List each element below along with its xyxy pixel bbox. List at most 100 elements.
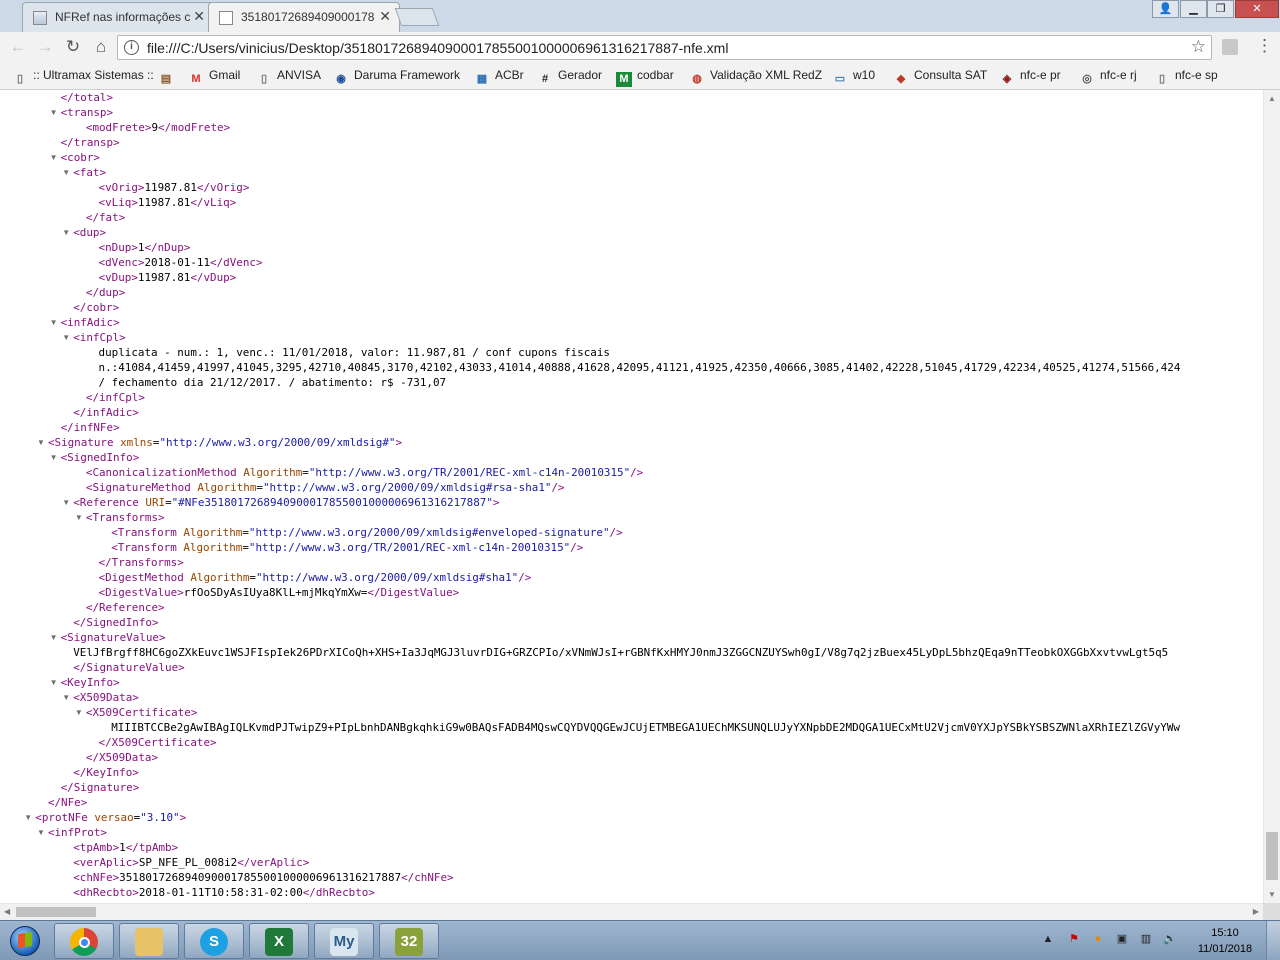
gmail-icon: M [191,73,201,85]
collapse-arrow-icon[interactable]: ▼ [50,318,58,327]
bookmark-item[interactable]: ◉ Daruma Framework [333,68,460,86]
xml-line: <nDup>1</nDup> [98,241,191,254]
extension-icon[interactable] [1222,39,1238,55]
xml-line: / fechamento dia 21/12/2017. / abatiment… [98,376,447,389]
back-arrow-icon[interactable]: ← [6,36,30,58]
avast-icon[interactable]: ● [1090,931,1106,947]
address-bar[interactable]: i file:///C:/Users/vinicius/Desktop/3518… [117,35,1212,60]
horizontal-scrollbar[interactable]: ◀ ▶ [0,903,1263,920]
xml-line: </SignedInfo> [73,616,159,629]
taskbar-app-skype[interactable]: S [184,923,244,959]
usb-device-icon[interactable]: ▣ [1114,931,1130,947]
xml-line: VElJfBrgff8HC6goZXkEuvc1WSJFIspIek26PDrX… [73,646,1169,659]
restore-button[interactable]: ❐ [1207,0,1234,18]
page-favicon-icon [33,11,47,25]
xml-line: <SignedInfo> [60,451,140,464]
network-icon[interactable]: ▥ [1138,931,1154,947]
collapse-arrow-icon[interactable]: ▼ [37,828,45,837]
taskbar-app-compiler[interactable]: 32 [379,923,439,959]
bookmark-label: ACBr [495,68,524,82]
scroll-down-arrow-icon[interactable]: ▼ [1268,890,1276,899]
xml-line: <Transform Algorithm="http://www.w3.org/… [111,526,623,539]
bookmark-item[interactable]: ◎ nfc-e rj [1079,68,1137,86]
new-tab-button[interactable] [394,8,440,26]
system-clock[interactable]: 15:10 11/01/2018 [1188,925,1262,957]
xml-line: <dup> [73,226,107,239]
xml-line: <transp> [60,106,114,119]
scroll-right-arrow-icon[interactable]: ▶ [1253,907,1259,916]
tab-nfref[interactable]: NFRef nas informações c ✕ [22,2,214,32]
tab-title: NFRef nas informações c [55,10,190,24]
xml-line: <CanonicalizationMethod Algorithm="http:… [85,466,644,479]
close-tab-icon[interactable]: ✕ [193,8,205,25]
xml-line: </Signature> [60,781,140,794]
collapse-arrow-icon[interactable]: ▼ [50,678,58,687]
vertical-scrollbar[interactable]: ▲ ▼ [1263,90,1280,903]
pr-seal-icon: ◈ [1002,73,1012,85]
collapse-arrow-icon[interactable]: ▼ [50,453,58,462]
collapse-arrow-icon[interactable]: ▼ [62,168,70,177]
bookmark-item[interactable]: ◈ nfc-e pr [999,68,1061,86]
collapse-arrow-icon[interactable]: ▼ [75,708,83,717]
horizontal-scroll-thumb[interactable] [16,907,96,917]
show-desktop-button[interactable] [1266,921,1280,960]
taskbar-app-mysql[interactable]: My [314,923,374,959]
collapse-arrow-icon[interactable]: ▼ [50,633,58,642]
info-icon[interactable]: i [124,40,139,55]
sat-icon: ◆ [896,73,906,85]
taskbar-app-chrome[interactable] [54,923,114,959]
collapse-arrow-icon[interactable]: ▼ [37,438,45,447]
close-tab-icon[interactable]: ✕ [379,8,391,25]
taskbar-app-excel[interactable]: X [249,923,309,959]
bookmark-item[interactable]: Mcodbar [616,68,674,87]
show-hidden-icons-icon[interactable]: ▲ [1040,931,1056,947]
scroll-left-arrow-icon[interactable]: ◀ [4,907,10,916]
action-center-flag-icon[interactable]: ⚑ [1066,931,1082,947]
collapse-arrow-icon[interactable]: ▼ [62,498,70,507]
menu-dots-icon[interactable]: ⋮ [1256,37,1273,55]
bookmark-item[interactable]: # Gerador [537,68,602,86]
start-button[interactable] [4,923,48,959]
bookmark-item[interactable]: ◍ Validação XML RedZ [689,68,822,86]
collapse-arrow-icon[interactable]: ▼ [24,813,32,822]
bookmark-item[interactable]: ▭ w10 [832,68,875,86]
collapse-arrow-icon[interactable]: ▼ [62,228,70,237]
bookmark-star-icon[interactable]: ☆ [1191,37,1206,57]
minimize-button[interactable]: ▁ [1180,0,1207,18]
tab-xml-file[interactable]: 35180172689409000178 ✕ [208,2,400,33]
xml-line: <infProt> [47,826,107,839]
bookmark-label: :: Ultramax Sistemas :: [33,68,154,82]
collapse-arrow-icon[interactable]: ▼ [75,513,83,522]
reload-icon[interactable]: ↻ [61,36,85,58]
scroll-up-arrow-icon[interactable]: ▲ [1268,94,1276,103]
xml-line: <verAplic>SP_NFE_PL_008i2</verAplic> [73,856,310,869]
skype-icon-label: S [208,933,219,950]
collapse-arrow-icon[interactable]: ▼ [50,108,58,117]
xml-line: </infNFe> [60,421,120,434]
collapse-arrow-icon[interactable]: ▼ [62,333,70,342]
collapse-arrow-icon[interactable]: ▼ [50,153,58,162]
forward-arrow-icon[interactable]: → [33,36,57,58]
xml-document-view: </total> <transp> ▼ <modFrete>9</modFrete> <… [0,90,1263,903]
address-url[interactable]: file:///C:/Users/vinicius/Desktop/351801… [147,40,728,56]
vertical-scroll-thumb[interactable] [1266,832,1278,880]
bookmark-label: nfc-e rj [1100,68,1137,82]
close-window-button[interactable]: ✕ [1235,0,1279,18]
bookmark-item[interactable]: ◆ Consulta SAT [893,68,987,86]
taskbar-app-explorer[interactable] [119,923,179,959]
volume-muted-icon[interactable]: 🔈 [1162,931,1178,947]
xml-line: duplicata - num.: 1, venc.: 11/01/2018, … [98,346,610,359]
bookmark-item[interactable]: ▯ ANVISA [256,68,321,86]
bookmark-item[interactable]: ▯:: Ultramax Sistemas :: [12,68,154,86]
bookmark-item[interactable]: ▦ ACBr [474,68,524,86]
xml-line: <dVenc>2018-01-11</dVenc> [98,256,263,269]
bookmark-item[interactable]: ▤ [158,68,179,86]
bookmark-item[interactable]: M Gmail [188,68,240,86]
user-profile-button[interactable]: 👤 [1152,0,1179,18]
collapse-arrow-icon[interactable]: ▼ [62,693,70,702]
xml-line: <DigestValue>rfOoSDyAsIUya8KlL+mjMkqYmXw… [98,586,460,599]
bookmark-label: Daruma Framework [354,68,461,82]
bookmark-label: nfc-e pr [1020,68,1061,82]
bookmark-item[interactable]: ▯ nfc-e sp [1154,68,1218,86]
home-icon[interactable]: ⌂ [89,36,113,58]
